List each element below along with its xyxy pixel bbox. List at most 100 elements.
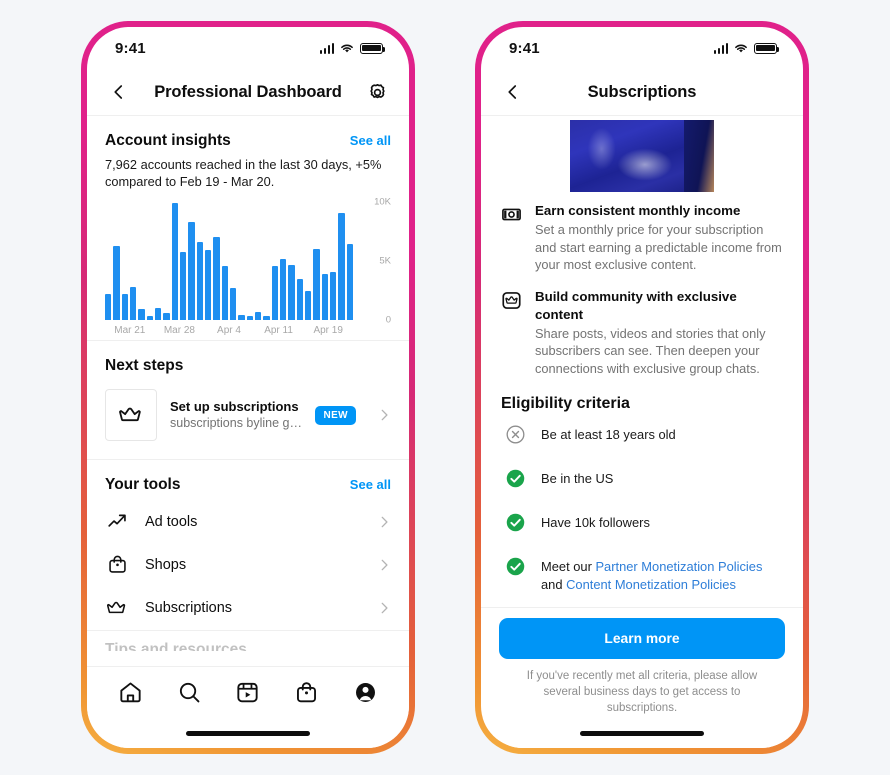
tool-row-ad-tools[interactable]: Ad tools: [87, 500, 409, 543]
chart-bar: [329, 271, 337, 320]
chart-bar: [238, 315, 245, 320]
page-title: Professional Dashboard: [154, 82, 342, 101]
learn-more-button[interactable]: Learn more: [499, 618, 785, 659]
chart-x-axis: Mar 21 Mar 28 Apr 4 Apr 11 Apr 19: [105, 325, 391, 336]
phone-professional-dashboard: 9:41 Professional Dashboard Account insi…: [81, 21, 415, 754]
nav-header-left: Professional Dashboard: [87, 69, 409, 116]
chart-bar: [246, 316, 253, 320]
tool-chevron[interactable]: [377, 515, 391, 529]
crown-box-icon: [501, 288, 523, 378]
screenshot-stage: 9:41 Professional Dashboard Account insi…: [0, 0, 890, 775]
wifi-icon: [341, 44, 353, 53]
chevron-right-icon: [381, 559, 388, 570]
tool-row-subscriptions[interactable]: Subscriptions: [87, 586, 409, 630]
eligibility-item-followers: Have 10k followers: [481, 503, 803, 547]
chart-bar: [263, 316, 270, 320]
chart-y-tick: 5K: [379, 255, 391, 267]
home-icon: [120, 682, 141, 703]
next-steps-section: Next steps: [87, 341, 409, 381]
chart-bar: [129, 286, 137, 320]
chart-bar: [105, 294, 112, 320]
tab-shop[interactable]: [290, 676, 324, 710]
chart-bar: [113, 245, 120, 320]
chart-bar: [313, 249, 320, 320]
chart-bars: [105, 202, 361, 320]
chart-y-tick: 0: [385, 314, 391, 326]
next-step-chevron[interactable]: [377, 408, 391, 422]
tab-search[interactable]: [172, 676, 206, 710]
status-time: 9:41: [509, 39, 540, 57]
next-step-item-subscriptions[interactable]: Set up subscriptions subscriptions bylin…: [87, 381, 409, 459]
tab-profile[interactable]: [349, 676, 383, 710]
battery-full-icon: [360, 42, 386, 54]
account-insights-title: Account insights: [105, 132, 231, 149]
crown-icon: [105, 597, 129, 619]
tool-chevron[interactable]: [377, 558, 391, 572]
account-insights-summary: 7,962 accounts reached in the last 30 da…: [105, 157, 382, 189]
settings-button[interactable]: [363, 78, 391, 106]
feature-title: Build community with exclusive content: [535, 288, 737, 322]
status-time: 9:41: [115, 39, 146, 57]
account-insights-see-all[interactable]: See all: [350, 133, 391, 148]
search-icon: [179, 682, 200, 703]
dashboard-scroll-area[interactable]: Account insights See all 7,962 accounts …: [87, 116, 409, 666]
next-steps-header: Next steps: [105, 341, 391, 381]
tab-reels[interactable]: [231, 676, 265, 710]
home-indicator: [580, 730, 704, 736]
back-button[interactable]: [105, 78, 133, 106]
cta-note: If you've recently met all criteria, ple…: [526, 670, 758, 714]
circle-x-icon: [505, 424, 527, 450]
cellular-signal-icon: [319, 42, 334, 54]
chart-x-tick: Mar 21: [114, 325, 146, 336]
your-tools-see-all[interactable]: See all: [350, 477, 391, 492]
link-partner-monetization-policies[interactable]: Partner Monetization Policies: [595, 559, 762, 574]
home-indicator-area: [481, 718, 803, 748]
chart-plot-area: 10K 5K 0: [105, 197, 391, 326]
link-content-monetization-policies[interactable]: Content Monetization Policies: [566, 577, 736, 592]
chevron-right-icon: [381, 516, 388, 527]
gear-icon: [369, 83, 385, 98]
chart-bar: [196, 242, 203, 320]
eligibility-item-age: Be at least 18 years old: [481, 415, 803, 459]
your-tools-section: Your tools See all: [87, 460, 409, 500]
status-badge-new: NEW: [315, 405, 356, 425]
shopping-bag-icon: [105, 554, 129, 575]
back-button[interactable]: [499, 78, 527, 106]
tool-chevron[interactable]: [377, 601, 391, 615]
tool-row-shops[interactable]: Shops: [87, 543, 409, 586]
tool-label: Ad tools: [145, 513, 198, 530]
chart-bar: [204, 250, 212, 320]
bottom-tab-bar: [87, 666, 409, 718]
chart-bar: [254, 311, 262, 320]
chart-bar: [321, 273, 328, 320]
subscriptions-scroll-area[interactable]: Earn consistent monthly income Set a mon…: [481, 116, 803, 607]
phone-subscriptions: 9:41 Subscriptions Earn consistent month…: [475, 21, 809, 754]
chart-bar: [304, 290, 312, 320]
crown-icon: [119, 407, 141, 422]
status-bar-left: 9:41: [87, 27, 409, 69]
status-icons: [713, 42, 780, 54]
chart-bar: [279, 258, 287, 320]
next-steps-title: Next steps: [105, 357, 184, 374]
account-insights-header: Account insights See all: [105, 116, 391, 156]
feature-text: Earn consistent monthly income Set a mon…: [535, 202, 783, 274]
phone-screen-right: 9:41 Subscriptions Earn consistent month…: [481, 27, 803, 748]
tab-home[interactable]: [113, 676, 147, 710]
chart-bar: [146, 316, 153, 320]
next-step-subtitle: subscriptions byline goes here: [170, 416, 302, 430]
chart-bar: [288, 264, 295, 320]
check-circle-icon: [505, 512, 527, 538]
chart-y-tick: 10K: [374, 196, 391, 208]
chevron-right-icon: [381, 409, 388, 421]
chart-bar: [229, 288, 237, 320]
home-indicator-area: [87, 718, 409, 748]
chart-bar: [163, 312, 170, 320]
chevron-right-icon: [381, 602, 388, 614]
eligibility-text: Be at least 18 years old: [541, 427, 676, 442]
accounts-reached-chart: 10K 5K 0 Mar 21 Mar 28 Apr 4 Apr 11 Apr 19: [87, 196, 409, 340]
chart-bar: [154, 308, 162, 320]
tool-label: Shops: [145, 556, 187, 573]
check-circle-icon: [505, 556, 527, 582]
chevron-left-icon: [114, 85, 123, 99]
eligibility-text: Be in the US: [541, 471, 614, 486]
